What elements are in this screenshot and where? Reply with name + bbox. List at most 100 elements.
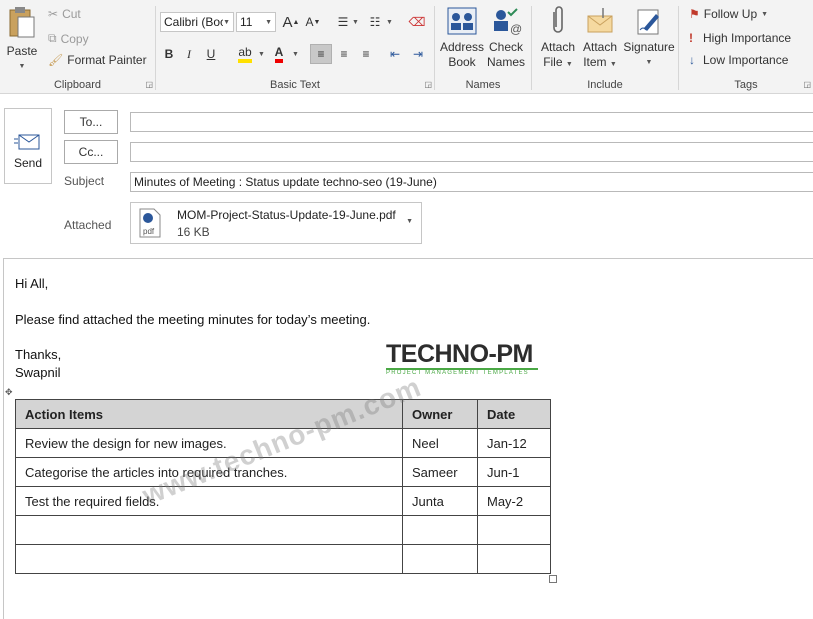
message-text: Please find attached the meeting minutes… [15,312,371,327]
signature-button[interactable]: Signature ▼ [622,6,676,70]
format-painter-button[interactable]: 🖌 Format Painter [48,53,147,67]
cc-button[interactable]: Cc... [64,140,118,164]
table-row: Categorise the articles into required tr… [15,457,551,487]
table-move-handle-icon[interactable]: ✥ [5,387,13,398]
decrease-indent-icon[interactable]: ⇤ [384,44,406,64]
address-book-button[interactable]: Address Book [439,6,485,70]
to-field[interactable] [130,112,813,132]
check-names-icon: @ [494,8,522,36]
high-importance-button[interactable]: ! High Importance [689,31,791,45]
date-cell[interactable]: Jan-12 [477,428,551,458]
svg-text:@: @ [510,22,522,36]
attach-item-dropdown-icon[interactable]: ▼ [610,61,617,68]
cc-field[interactable] [130,142,813,162]
flag-icon: ⚑ [689,7,700,21]
align-left-icon[interactable]: ≡ [310,44,332,64]
scissors-icon: ✂ [48,7,59,21]
date-cell[interactable] [477,515,551,545]
attachment-name: MOM-Project-Status-Update-19-June.pdf [177,208,396,222]
owner-cell[interactable]: Sameer [402,457,478,487]
font-dropdown-icon[interactable]: ▼ [223,19,230,26]
date-cell[interactable]: Jun-1 [477,457,551,487]
tags-group: ⚑ Follow Up ▼ ! High Importance ↓ Low Im… [679,0,813,93]
follow-up-dropdown-icon[interactable]: ▼ [761,11,768,18]
font-size-box[interactable]: 11 ▼ [236,12,276,32]
pdf-file-icon: pdf [139,208,161,238]
action-cell[interactable] [15,515,403,545]
attached-label: Attached [64,218,112,232]
svg-text:pdf: pdf [143,227,155,236]
bullets-dropdown-icon[interactable]: ▼ [352,19,359,26]
grow-font-icon[interactable]: A ▲ [280,12,302,32]
tags-launcher-icon[interactable]: ◲ [803,80,811,89]
attach-file-button[interactable]: Attach File ▼ [536,6,580,72]
paste-label: Paste [6,44,38,58]
align-right-icon[interactable]: ≡ [355,44,377,64]
ribbon: Paste ▼ ✂ Cut ⧉ Copy 🖌 Format Painter Cl… [0,0,813,94]
attach-item-button[interactable]: Attach Item ▼ [578,6,622,72]
font-color-icon[interactable]: A [268,44,290,64]
highlight-icon[interactable]: ab [234,44,256,64]
signature-dropdown-icon[interactable]: ▼ [622,55,676,70]
attachment-dropdown-icon[interactable]: ▼ [406,218,413,225]
tags-label: Tags [734,79,758,91]
signature-icon [637,9,659,35]
attachment-size: 16 KB [177,225,210,239]
paste-dropdown-icon[interactable]: ▼ [4,59,40,74]
increase-indent-icon[interactable]: ⇥ [407,44,429,64]
numbering-icon[interactable]: ☷ [364,12,386,32]
action-cell[interactable]: Test the required fields. [15,486,403,516]
include-group: Attach File ▼ Attach Item ▼ Signature ▼ … [532,0,678,93]
bold-icon[interactable]: B [158,44,180,64]
subject-label: Subject [64,174,105,188]
align-center-icon[interactable]: ≡ [333,44,355,64]
owner-cell[interactable]: Junta [402,486,478,516]
low-importance-button[interactable]: ↓ Low Importance [689,53,788,67]
follow-up-button[interactable]: ⚑ Follow Up ▼ [689,7,768,21]
owner-cell[interactable] [402,515,478,545]
date-cell[interactable] [477,544,551,574]
attachment-chip[interactable]: pdf MOM-Project-Status-Update-19-June.pd… [130,202,422,244]
table-row [15,515,551,545]
paste-icon [9,7,35,38]
action-cell[interactable] [15,544,403,574]
paste-button[interactable]: Paste ▼ [4,4,40,74]
subject-field[interactable]: Minutes of Meeting : Status update techn… [130,172,813,192]
owner-cell[interactable] [402,544,478,574]
paperclip-icon [553,6,563,33]
font-name-box[interactable]: Calibri (Boc ▼ [160,12,234,32]
table-row: Test the required fields. Junta May-2 [15,486,551,516]
underline-icon[interactable]: U [200,44,222,64]
clipboard-launcher-icon[interactable]: ◲ [145,80,153,89]
send-button[interactable]: Send [4,108,52,184]
down-arrow-icon: ↓ [689,53,695,67]
closing: Thanks, [15,347,62,362]
clear-formatting-icon[interactable]: ⌫ [406,12,428,32]
address-book-icon [447,7,477,35]
basic-text-group: Calibri (Boc ▼ 11 ▼ A ▲ A ▼ ☰ ▼ ☷ ▼ ⌫ B I … [156,0,434,93]
italic-icon[interactable]: I [178,44,200,64]
clipboard-group: Paste ▼ ✂ Cut ⧉ Copy 🖌 Format Painter Cl… [0,0,155,93]
shrink-font-icon[interactable]: A ▼ [302,12,324,32]
size-dropdown-icon[interactable]: ▼ [265,19,272,26]
basic-text-label: Basic Text [270,79,320,91]
names-group: Address Book @ Check Names Names [435,0,531,93]
check-names-button[interactable]: @ Check Names [483,6,529,70]
cut-button[interactable]: ✂ Cut [48,7,81,21]
send-icon [14,134,40,150]
include-label: Include [587,79,623,91]
copy-button[interactable]: ⧉ Copy [48,31,89,46]
attach-file-dropdown-icon[interactable]: ▼ [566,61,573,68]
owner-cell[interactable]: Neel [402,428,478,458]
highlight-dropdown-icon[interactable]: ▼ [258,51,265,58]
font-color-dropdown-icon[interactable]: ▼ [292,51,299,58]
bullets-icon[interactable]: ☰ [332,12,354,32]
numbering-dropdown-icon[interactable]: ▼ [386,19,393,26]
table-resize-handle[interactable] [549,575,557,583]
to-button[interactable]: To... [64,110,118,134]
date-cell[interactable]: May-2 [477,486,551,516]
copy-icon: ⧉ [48,31,57,45]
signature-name: Swapnil [15,365,61,380]
exclamation-icon: ! [689,31,693,45]
basic-text-launcher-icon[interactable]: ◲ [424,80,432,89]
